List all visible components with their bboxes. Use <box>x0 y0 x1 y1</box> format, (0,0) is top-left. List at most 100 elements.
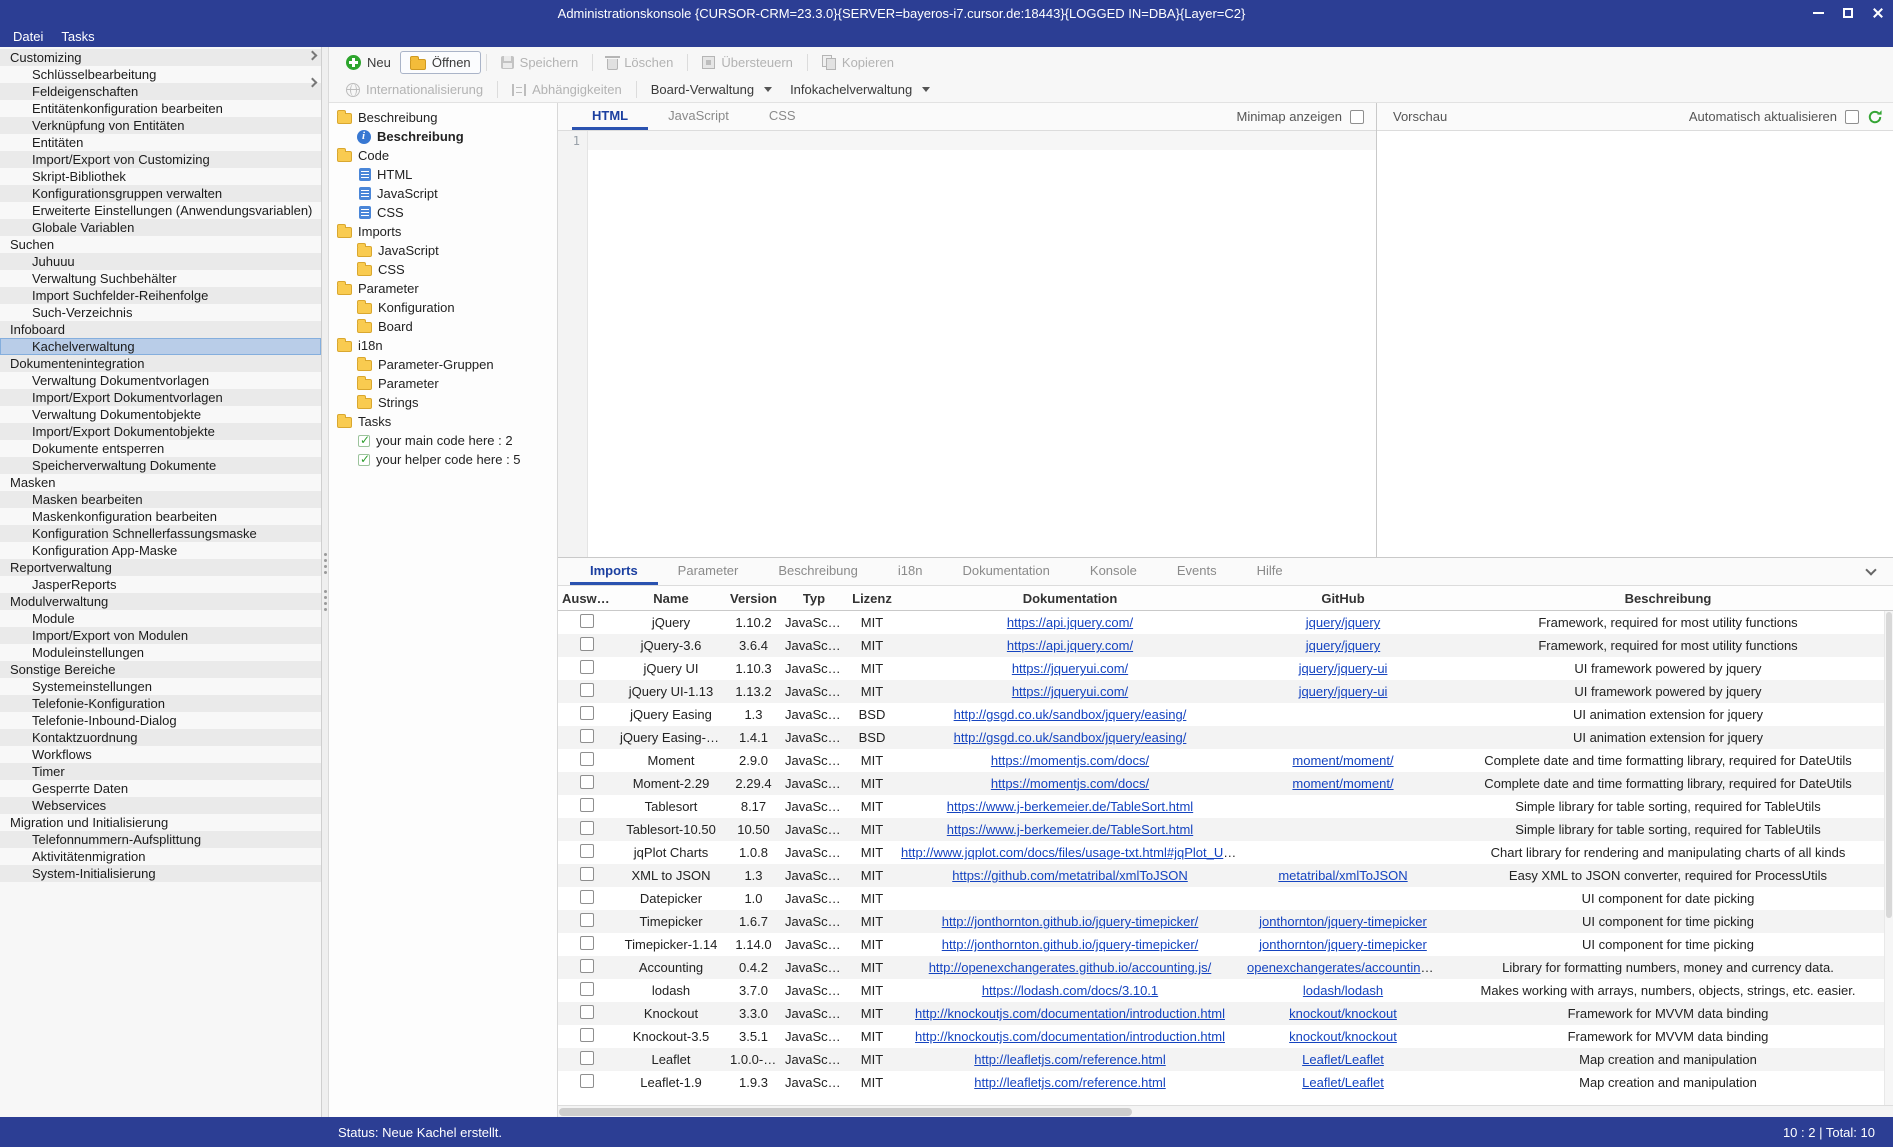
dependencies-button[interactable]: Abhängigkeiten <box>503 79 631 100</box>
table-row[interactable]: jQuery 1.10.2 JavaScript MIT https://api… <box>558 611 1893 634</box>
github-link[interactable]: Leaflet/Leaflet <box>1302 1052 1384 1067</box>
bottom-panel-tab[interactable]: Parameter <box>658 558 759 585</box>
sidebar-item[interactable]: Import/Export Dokumentvorlagen <box>0 389 321 406</box>
table-row[interactable]: jQuery-3.6 3.6.4 JavaScript MIT https://… <box>558 634 1893 657</box>
menu-item[interactable]: Tasks <box>52 26 103 47</box>
sidebar-item[interactable]: Webservices <box>0 797 321 814</box>
documentation-link[interactable]: http://leafletjs.com/reference.html <box>974 1052 1165 1067</box>
row-checkbox[interactable] <box>580 890 594 904</box>
horizontal-scrollbar[interactable] <box>558 1105 1893 1117</box>
row-checkbox[interactable] <box>580 844 594 858</box>
row-checkbox[interactable] <box>580 614 594 628</box>
sidebar-item[interactable]: Moduleinstellungen <box>0 644 321 661</box>
bottom-panel-tab[interactable]: Dokumentation <box>942 558 1069 585</box>
sidebar-item[interactable]: Feldeigenschaften <box>0 83 321 100</box>
sidebar-item[interactable]: Infoboard <box>0 321 321 338</box>
sidebar-item[interactable]: Sonstige Bereiche <box>0 661 321 678</box>
row-checkbox[interactable] <box>580 936 594 950</box>
table-row[interactable]: Tablesort 8.17 JavaScript MIT https://ww… <box>558 795 1893 818</box>
sidebar-item[interactable]: Import/Export Dokumentobjekte <box>0 423 321 440</box>
sidebar-item[interactable]: Customizing <box>0 49 321 66</box>
refresh-icon[interactable] <box>1867 109 1883 125</box>
github-link[interactable]: lodash/lodash <box>1303 983 1383 998</box>
documentation-link[interactable]: http://gsgd.co.uk/sandbox/jquery/easing/ <box>954 707 1187 722</box>
row-checkbox[interactable] <box>580 775 594 789</box>
documentation-link[interactable]: https://www.j-berkemeier.de/TableSort.ht… <box>947 822 1193 837</box>
documentation-link[interactable]: http://jonthornton.github.io/jquery-time… <box>942 914 1199 929</box>
sidebar-item[interactable]: Telefonie-Konfiguration <box>0 695 321 712</box>
sidebar-item[interactable]: Masken bearbeiten <box>0 491 321 508</box>
table-row[interactable]: Timepicker 1.6.7 JavaScript MIT http://j… <box>558 910 1893 933</box>
collapse-panel-button[interactable] <box>1867 558 1893 585</box>
sidebar-item[interactable]: Maskenkonfiguration bearbeiten <box>0 508 321 525</box>
infotile-management-dropdown[interactable]: Infokachelverwaltung <box>781 79 939 100</box>
chevron-right-icon[interactable] <box>308 78 318 88</box>
github-link[interactable]: Leaflet/Leaflet <box>1302 1075 1384 1090</box>
table-row[interactable]: jQuery Easing-1.4 1.4.1 JavaScript BSD h… <box>558 726 1893 749</box>
github-link[interactable]: jquery/jquery <box>1306 638 1380 653</box>
sidebar-item[interactable]: Konfigurationsgruppen verwalten <box>0 185 321 202</box>
sidebar-item[interactable]: Masken <box>0 474 321 491</box>
bottom-panel-tab[interactable]: Beschreibung <box>758 558 878 585</box>
sidebar-item[interactable]: Verknüpfung von Entitäten <box>0 117 321 134</box>
tree-node[interactable]: Parameter-Gruppen <box>329 355 557 374</box>
github-link[interactable]: jquery/jquery <box>1306 615 1380 630</box>
tree-node[interactable]: Code <box>329 146 557 165</box>
row-checkbox[interactable] <box>580 913 594 927</box>
tree-node[interactable]: JavaScript <box>329 241 557 260</box>
documentation-link[interactable]: https://momentjs.com/docs/ <box>991 776 1149 791</box>
documentation-link[interactable]: https://jqueryui.com/ <box>1012 684 1128 699</box>
board-management-dropdown[interactable]: Board-Verwaltung <box>642 79 781 100</box>
tree-node[interactable]: Konfiguration <box>329 298 557 317</box>
scrollbar-thumb[interactable] <box>559 1108 1132 1116</box>
tree-node[interactable]: Beschreibung <box>329 108 557 127</box>
sidebar-item[interactable]: Migration und Initialisierung <box>0 814 321 831</box>
tree-node[interactable]: Beschreibung <box>329 127 557 146</box>
documentation-link[interactable]: http://jonthornton.github.io/jquery-time… <box>942 937 1199 952</box>
sidebar-item[interactable]: Dokumente entsperren <box>0 440 321 457</box>
sidebar-item[interactable]: Workflows <box>0 746 321 763</box>
sidebar-item[interactable]: Such-Verzeichnis <box>0 304 321 321</box>
tree-node[interactable]: CSS <box>329 203 557 222</box>
row-checkbox[interactable] <box>580 867 594 881</box>
chevron-right-icon[interactable] <box>308 51 318 61</box>
row-checkbox[interactable] <box>580 821 594 835</box>
documentation-link[interactable]: http://www.jqplot.com/docs/files/usage-t… <box>901 845 1243 860</box>
tree-node[interactable]: Tasks <box>329 412 557 431</box>
row-checkbox[interactable] <box>580 752 594 766</box>
documentation-link[interactable]: http://openexchangerates.github.io/accou… <box>929 960 1212 975</box>
sidebar-item[interactable]: Speicherverwaltung Dokumente <box>0 457 321 474</box>
override-button[interactable]: Übersteuern <box>693 52 802 73</box>
github-link[interactable]: moment/moment/ <box>1292 753 1393 768</box>
editor-tab[interactable]: HTML <box>572 103 648 130</box>
minimize-button[interactable] <box>1803 0 1833 26</box>
tree-node[interactable]: HTML <box>329 165 557 184</box>
editor-tab[interactable]: JavaScript <box>648 103 749 130</box>
documentation-link[interactable]: https://lodash.com/docs/3.10.1 <box>982 983 1158 998</box>
auto-refresh-checkbox[interactable] <box>1845 110 1859 124</box>
github-link[interactable]: openexchangerates/accounting.js <box>1247 960 1441 975</box>
bottom-panel-tab[interactable]: i18n <box>878 558 943 585</box>
sidebar-item[interactable]: Konfiguration App-Maske <box>0 542 321 559</box>
table-row[interactable]: Datepicker 1.0 JavaScript MIT UI compone… <box>558 887 1893 910</box>
sidebar-item[interactable]: Kontaktzuordnung <box>0 729 321 746</box>
copy-button[interactable]: Kopieren <box>813 52 903 73</box>
table-row[interactable]: jqPlot Charts 1.0.8 JavaScript MIT http:… <box>558 841 1893 864</box>
sidebar-item[interactable]: Globale Variablen <box>0 219 321 236</box>
tree-node[interactable]: your helper code here : 5 <box>329 450 557 469</box>
sidebar-item[interactable]: Erweiterte Einstellungen (Anwendungsvari… <box>0 202 321 219</box>
documentation-link[interactable]: https://github.com/metatribal/xmlToJSON <box>952 868 1188 883</box>
open-button[interactable]: Öffnen <box>400 51 481 74</box>
row-checkbox[interactable] <box>580 660 594 674</box>
tree-node[interactable]: your main code here : 2 <box>329 431 557 450</box>
sidebar-item[interactable]: Gesperrte Daten <box>0 780 321 797</box>
table-row[interactable]: jQuery UI-1.13 1.13.2 JavaScript MIT htt… <box>558 680 1893 703</box>
row-checkbox[interactable] <box>580 683 594 697</box>
sidebar-item[interactable]: Aktivitätenmigration <box>0 848 321 865</box>
documentation-link[interactable]: http://knockoutjs.com/documentation/intr… <box>915 1029 1225 1044</box>
row-checkbox[interactable] <box>580 729 594 743</box>
documentation-link[interactable]: http://gsgd.co.uk/sandbox/jquery/easing/ <box>954 730 1187 745</box>
documentation-link[interactable]: https://api.jquery.com/ <box>1007 638 1133 653</box>
internationalization-button[interactable]: Internationalisierung <box>337 79 492 100</box>
table-row[interactable]: Timepicker-1.14 1.14.0 JavaScript MIT ht… <box>558 933 1893 956</box>
